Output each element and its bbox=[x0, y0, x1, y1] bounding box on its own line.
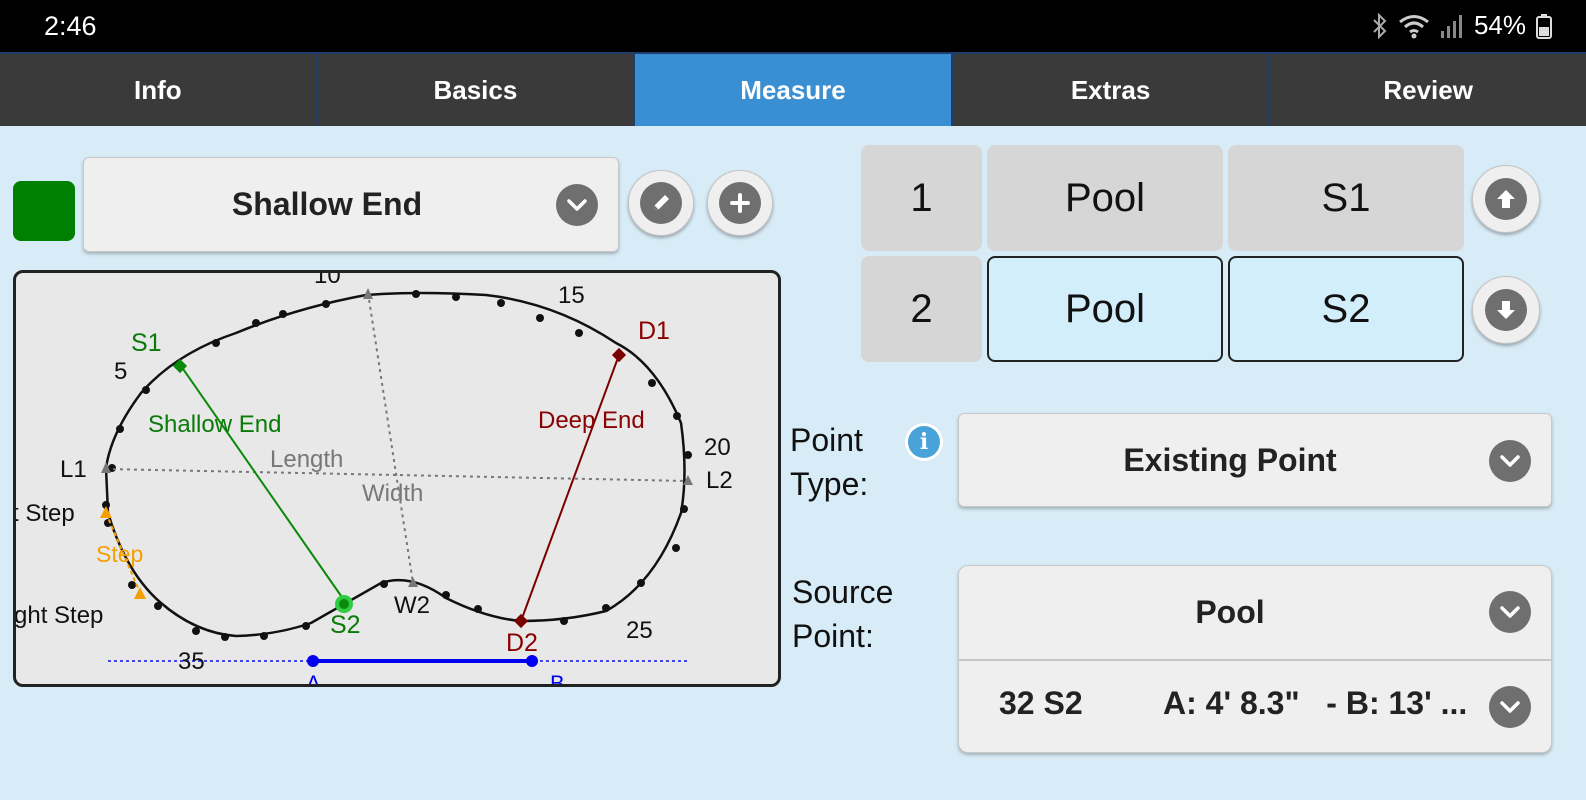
move-down-button[interactable] bbox=[1472, 276, 1540, 344]
tab-extras[interactable]: Extras bbox=[952, 52, 1271, 126]
point-row-2-point[interactable]: S2 bbox=[1228, 256, 1464, 362]
diagram-label-shallow-end: Shallow End bbox=[148, 411, 282, 438]
diagram-label-l1: L1 bbox=[60, 456, 87, 483]
source-point-label-line2: Point: bbox=[792, 618, 874, 654]
chevron-down-icon bbox=[1489, 591, 1531, 633]
diagram-label-w1: W1 bbox=[350, 273, 386, 279]
signal-icon bbox=[1440, 13, 1464, 39]
diagram-label-s1: S1 bbox=[131, 329, 162, 357]
bluetooth-icon bbox=[1372, 12, 1388, 39]
chevron-down-icon bbox=[1489, 440, 1531, 482]
diagram-label-b: B bbox=[550, 671, 565, 687]
diagram-label-w2: W2 bbox=[394, 592, 430, 619]
tab-review[interactable]: Review bbox=[1270, 52, 1586, 126]
diagram-label-20: 20 bbox=[704, 434, 731, 461]
diagram-label-5: 5 bbox=[114, 358, 128, 385]
diagram-label-width: Width bbox=[362, 480, 424, 507]
diagram-label-deep-end: Deep End bbox=[538, 407, 645, 434]
info-icon[interactable]: i bbox=[908, 426, 940, 458]
diagram-label-d1: D1 bbox=[638, 317, 670, 345]
source-point-id: 32 S2 bbox=[999, 685, 1083, 721]
point-type-label-line1: Point bbox=[790, 422, 863, 458]
point-type-label: Point Type: bbox=[790, 418, 868, 506]
diagram-label-l2: L2 bbox=[706, 467, 733, 494]
add-section-button[interactable] bbox=[707, 170, 773, 236]
diagram-label-15: 15 bbox=[558, 282, 585, 309]
source-point-dropdown[interactable]: 32 S2 A: 4' 8.3" - B: 13' ... bbox=[959, 661, 1551, 754]
diagram-label-25: 25 bbox=[626, 617, 653, 644]
shallow-end-line bbox=[180, 365, 347, 604]
point-row-1-index[interactable]: 1 bbox=[861, 145, 982, 251]
point-type-dropdown[interactable]: Existing Point bbox=[958, 413, 1552, 507]
battery-percent: 54% bbox=[1473, 10, 1526, 40]
tab-bar: Info Basics Measure Extras Review bbox=[0, 52, 1586, 126]
point-type-label-line2: Type: bbox=[790, 466, 869, 502]
deep-end-line bbox=[520, 354, 620, 622]
source-shape-dropdown[interactable]: Pool bbox=[959, 566, 1551, 659]
source-point-label-line1: Source bbox=[792, 574, 894, 610]
point-row-2-shape[interactable]: Pool bbox=[987, 256, 1223, 362]
wifi-icon bbox=[1398, 13, 1430, 39]
diagram-label-length: Length bbox=[270, 446, 344, 473]
width-line bbox=[367, 292, 414, 584]
edit-section-button[interactable] bbox=[628, 170, 694, 236]
pencil-icon bbox=[640, 182, 682, 224]
diagram-label-a: A bbox=[306, 671, 321, 687]
chevron-down-icon bbox=[1489, 686, 1531, 728]
point-type-value: Existing Point bbox=[1123, 441, 1337, 478]
source-point-details: A: 4' 8.3" - B: 13' ... bbox=[1163, 685, 1468, 721]
move-up-button[interactable] bbox=[1472, 165, 1540, 233]
diagram-label-d2: D2 bbox=[506, 629, 538, 657]
diagram-label-35: 35 bbox=[178, 648, 205, 675]
source-point-label: Source Point: bbox=[792, 570, 893, 658]
status-bar: 2:46 54% bbox=[0, 0, 1586, 52]
battery-icon bbox=[1536, 13, 1552, 39]
tab-measure[interactable]: Measure bbox=[635, 52, 953, 126]
section-color-swatch[interactable] bbox=[13, 181, 75, 241]
arrow-up-icon bbox=[1485, 178, 1527, 220]
plus-icon bbox=[719, 182, 761, 224]
status-time: 2:46 bbox=[44, 11, 97, 41]
source-point-box: Pool 32 S2 A: 4' 8.3" - B: 13' ... bbox=[958, 565, 1552, 753]
diagram-label-right-step: ght Step bbox=[14, 602, 104, 629]
diagram-label-10: 10 bbox=[314, 270, 341, 289]
point-row-2-index[interactable]: 2 bbox=[861, 256, 982, 362]
pool-diagram[interactable]: W1 10 15 D1 S1 5 Shallow End Deep End 20… bbox=[13, 270, 781, 687]
section-dropdown[interactable]: Shallow End bbox=[83, 157, 619, 252]
section-dropdown-value: Shallow End bbox=[231, 186, 423, 222]
diagram-label-left-step: t Step bbox=[13, 500, 75, 527]
status-icons: 54% bbox=[1372, 10, 1552, 41]
tab-info[interactable]: Info bbox=[0, 52, 318, 126]
pool-outline bbox=[104, 291, 686, 638]
outline-points bbox=[102, 290, 692, 641]
diagram-label-step: Step bbox=[96, 541, 144, 567]
diagram-label-s2: S2 bbox=[330, 611, 361, 639]
arrow-down-icon bbox=[1485, 289, 1527, 331]
point-row-1-shape[interactable]: Pool bbox=[987, 145, 1223, 251]
chevron-down-icon bbox=[556, 184, 598, 226]
point-row-1-point[interactable]: S1 bbox=[1228, 145, 1464, 251]
tab-basics[interactable]: Basics bbox=[317, 52, 636, 126]
source-shape-value: Pool bbox=[1195, 594, 1265, 630]
